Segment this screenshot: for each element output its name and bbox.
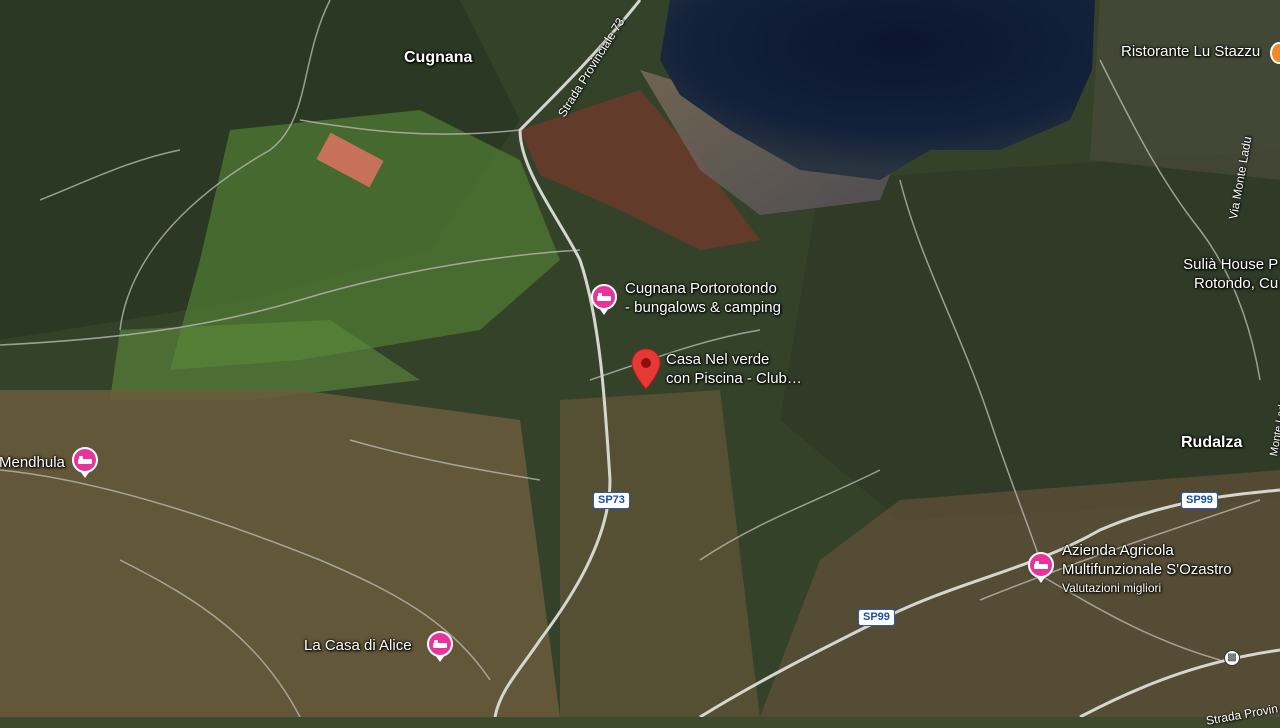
bed-icon: [1034, 561, 1048, 569]
forest-east: [780, 150, 1280, 520]
poi-label-line-2: Multifunzionale S'Ozastro: [1062, 561, 1232, 578]
lodging-pin-azienda-agricola[interactable]: [1028, 552, 1054, 583]
road-shield-sp99-east: SP99: [1181, 492, 1218, 509]
bed-icon: [433, 640, 447, 648]
farmland-sw: [0, 390, 560, 717]
poi-label-ristorante-lu-stazzu[interactable]: Ristorante Lu Stazzu: [1121, 42, 1260, 61]
bed-icon: [78, 456, 92, 464]
poi-label-line-1: Azienda Agricola: [1062, 542, 1174, 559]
map-marker-icon[interactable]: [631, 348, 661, 390]
bus-icon[interactable]: ▩: [1224, 650, 1240, 666]
lodging-pin-la-casa-di-alice[interactable]: [427, 631, 453, 662]
poi-label-azienda-agricola[interactable]: Azienda Agricola Multifunzionale S'Ozast…: [1062, 541, 1232, 598]
lodging-pin-cugnana-portorotondo[interactable]: [591, 284, 617, 315]
poi-label-cugnana-portorotondo[interactable]: Cugnana Portorotondo - bungalows & campi…: [625, 279, 781, 317]
road-shield-sp73: SP73: [593, 492, 630, 509]
poi-label-line-2: Rotondo, Cu: [1194, 275, 1279, 292]
lodging-pin-mendhula[interactable]: [72, 447, 98, 478]
poi-label-mendhula[interactable]: Mendhula: [0, 453, 65, 472]
poi-label-sulia-house[interactable]: Sulià House P Rotondo, Cu: [1180, 255, 1278, 293]
poi-label-line-1: Sulià House P: [1183, 256, 1279, 273]
poi-label-casa-nel-verde[interactable]: Casa Nel verde con Piscina - Club…: [666, 350, 802, 388]
poi-label-line-1: Cugnana Portorotondo: [625, 280, 777, 297]
poi-label-rating-note: Valutazioni migliori: [1062, 581, 1162, 595]
poi-label-la-casa-di-alice[interactable]: La Casa di Alice: [304, 636, 412, 655]
poi-label-line-2: con Piscina - Club…: [666, 370, 802, 387]
poi-label-line-1: Casa Nel verde: [666, 351, 770, 368]
place-label-cugnana: Cugnana: [404, 49, 473, 66]
bed-icon: [597, 293, 611, 301]
place-label-rudalza: Rudalza: [1181, 434, 1243, 451]
poi-label-line-2: - bungalows & camping: [625, 299, 781, 316]
road-shield-sp99-south: SP99: [858, 609, 895, 626]
